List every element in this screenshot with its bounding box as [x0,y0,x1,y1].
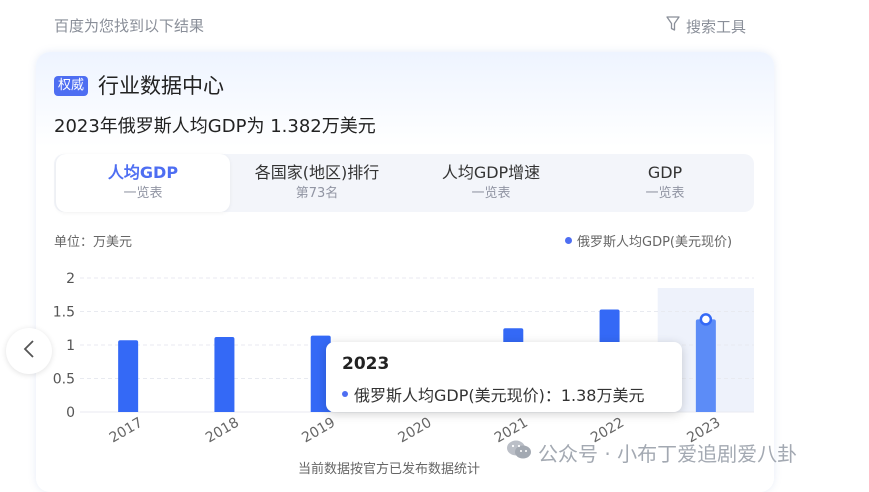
watermark-text: 公众号 · 小布丁爱追剧爱八卦 [538,442,798,466]
highlight-point [699,313,713,326]
chart-tooltip: 2023 俄罗斯人均GDP(美元现价)：1.38万美元 [326,342,682,412]
y-tick-label: 0 [66,405,75,421]
tooltip-dot-icon [342,391,348,397]
prev-arrow-button[interactable] [6,328,52,374]
wechat-icon [506,439,532,466]
x-tick-label: 2019 [299,415,338,447]
tooltip-year: 2023 [342,354,390,374]
tooltip-row: 俄罗斯人均GDP(美元现价)：1.38万美元 [342,382,644,406]
bar[interactable] [214,336,235,412]
y-tick-label: 0.5 [53,372,75,388]
y-tick-label: 1.5 [53,305,75,321]
x-tick-label: 2018 [203,415,242,447]
bar[interactable] [695,319,716,412]
bar[interactable] [118,340,139,412]
tooltip-value: 俄罗斯人均GDP(美元现价)：1.38万美元 [354,386,645,405]
y-tick-label: 1 [66,338,75,354]
data-footnote: 当前数据按官方已发布数据统计 [298,462,481,477]
x-tick-label: 2020 [396,415,435,447]
watermark: 公众号 · 小布丁爱追剧爱八卦 [506,438,797,467]
gdp-bar-chart[interactable]: 00.511.522017 2018 2019 2020 2021 2022 2023 [0,0,869,487]
chevron-left-icon [23,339,35,364]
y-tick-label: 2 [66,271,75,287]
x-tick-label: 2017 [107,415,146,447]
